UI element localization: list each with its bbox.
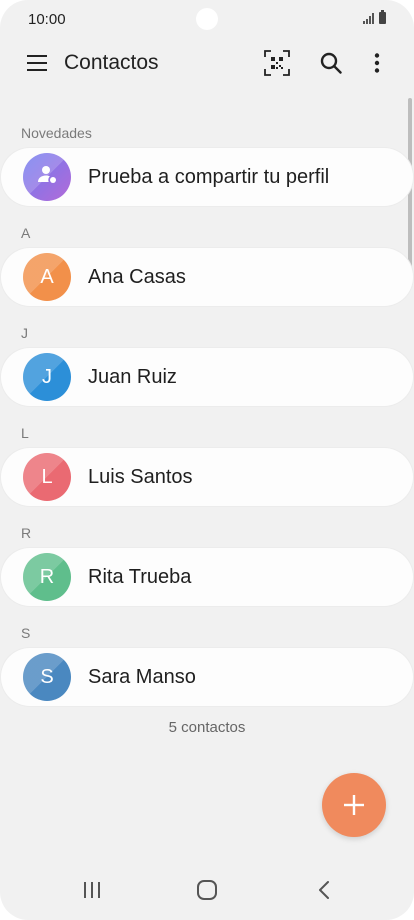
contact-list: Novedades Prueba a compartir tu perfil A… [0,120,414,706]
app-bar: Contactos [0,40,414,86]
list-item-contact[interactable]: R Rita Trueba [1,548,413,606]
search-icon[interactable] [316,48,346,78]
avatar: R [23,553,71,601]
page-title: Contactos [64,51,159,74]
qr-code-icon[interactable] [262,48,292,78]
avatar-initial: R [39,565,55,588]
contact-name: Sara Manso [88,666,196,688]
section-header-l: L [21,425,29,441]
avatar: J [23,353,71,401]
avatar: S [23,653,71,701]
phone-screen: 10:00 Contactos Novedades Prueba a compa… [0,0,414,920]
profile-share-icon [36,163,58,191]
camera-cutout [196,8,218,30]
section-header-r: R [21,525,32,541]
status-bar: 10:00 [0,0,414,38]
avatar: L [23,453,71,501]
section-header-j: J [21,325,28,341]
section-header-s: S [21,625,31,641]
add-contact-button[interactable] [322,773,386,837]
more-options-icon[interactable] [362,48,392,78]
avatar [23,153,71,201]
list-item-contact[interactable]: S Sara Manso [1,648,413,706]
list-item-contact[interactable]: J Juan Ruiz [1,348,413,406]
avatar-initial: L [41,465,53,488]
avatar: A [23,253,71,301]
contact-name: Juan Ruiz [88,366,177,388]
avatar-initial: J [42,365,52,388]
list-item-share-profile[interactable]: Prueba a compartir tu perfil [1,148,413,206]
status-time: 10:00 [28,11,66,28]
list-item-contact[interactable]: A Ana Casas [1,248,413,306]
menu-icon[interactable] [22,50,52,76]
section-header-a: A [21,225,31,241]
list-item-contact[interactable]: L Luis Santos [1,448,413,506]
battery-icon [379,10,386,24]
plus-icon [344,795,364,815]
back-icon[interactable] [312,878,336,902]
contact-name: Luis Santos [88,466,193,488]
contact-count: 5 contactos [168,719,246,736]
recents-icon[interactable] [80,878,104,902]
contact-name: Rita Trueba [88,566,192,588]
avatar-initial: S [40,665,54,688]
home-icon[interactable] [195,878,219,902]
contact-name: Ana Casas [88,266,186,288]
list-item-label: Prueba a compartir tu perfil [88,166,330,188]
status-icons [363,10,386,24]
section-header-novedades: Novedades [21,125,92,141]
avatar-initial: A [40,265,54,288]
signal-icon [363,13,374,24]
navigation-bar [0,866,414,920]
